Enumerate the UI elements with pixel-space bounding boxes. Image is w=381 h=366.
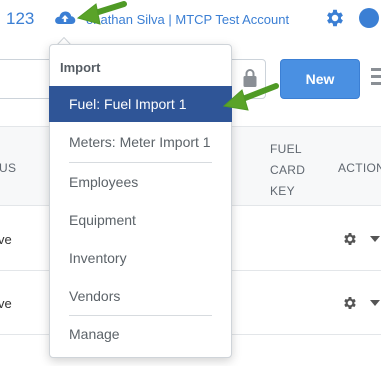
import-menu-header: Import — [60, 60, 101, 75]
chevron-down-icon[interactable] — [370, 236, 380, 242]
menu-divider — [69, 162, 212, 163]
menu-item-meter-import[interactable]: Meters: Meter Import 1 — [50, 124, 231, 160]
new-button[interactable]: New — [280, 59, 360, 99]
status-cell: ve — [0, 232, 12, 247]
column-header-fuel-card-key-line: KEY — [270, 184, 295, 198]
settings-gear-icon[interactable] — [324, 7, 346, 29]
help-icon[interactable] — [358, 7, 380, 29]
row-gear-icon[interactable] — [342, 231, 358, 247]
annotation-arrow-icon — [76, 1, 127, 25]
column-header-actions: ACTION — [338, 161, 381, 175]
row-gear-icon[interactable] — [342, 295, 358, 311]
column-header-fuel-card-key[interactable]: FUEL CARD KEY — [270, 139, 305, 202]
column-header-fuel-card-key-line: FUEL — [270, 142, 302, 156]
column-menu-icon[interactable] — [371, 68, 381, 86]
chevron-down-icon[interactable] — [370, 300, 380, 306]
menu-item-inventory[interactable]: Inventory — [50, 240, 231, 276]
annotation-arrow-icon — [222, 83, 279, 111]
menu-item-manage[interactable]: Manage — [50, 316, 231, 352]
import-dropdown-menu: Import Fuel: Fuel Import 1 Meters: Meter… — [49, 44, 232, 358]
menu-item-vendors[interactable]: Vendors — [50, 278, 231, 314]
menu-item-equipment[interactable]: Equipment — [50, 202, 231, 238]
column-header-fuel-card-key-line: CARD — [270, 163, 306, 177]
status-cell: ve — [0, 296, 12, 311]
account-number[interactable]: 123 — [6, 9, 34, 29]
menu-item-employees[interactable]: Employees — [50, 164, 231, 200]
menu-item-fuel-import[interactable]: Fuel: Fuel Import 1 — [49, 86, 232, 122]
column-header-status[interactable]: US — [0, 161, 16, 175]
